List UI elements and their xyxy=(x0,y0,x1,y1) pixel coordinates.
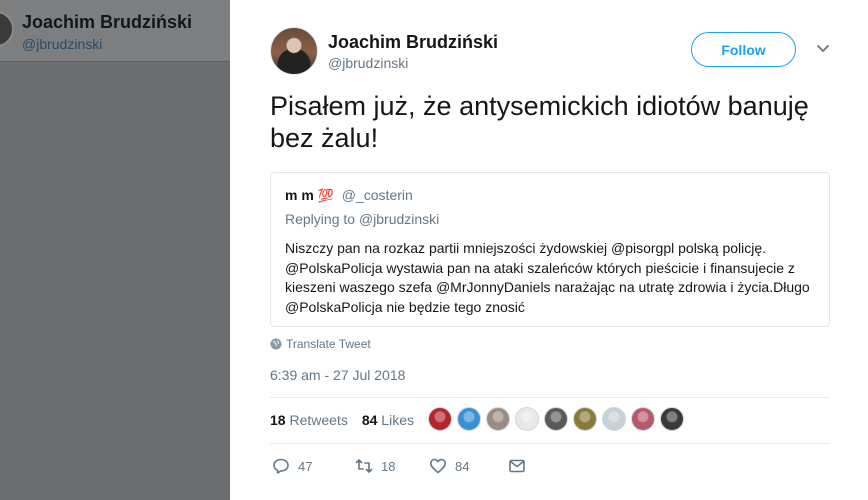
liker-avatar[interactable] xyxy=(660,407,684,431)
avatar[interactable] xyxy=(270,27,318,75)
background-profile-header: Joachim Brudziński @jbrudzinski xyxy=(0,0,230,62)
replying-prefix: Replying to xyxy=(285,211,356,227)
retweets-count: 18 xyxy=(270,412,286,428)
quoted-tweet[interactable]: m m 💯 @_costerin Replying to @jbrudzinsk… xyxy=(270,172,830,327)
quoted-author: m m 💯 @_costerin xyxy=(285,187,413,204)
retweet-count: 18 xyxy=(381,458,396,474)
likes-label: Likes xyxy=(381,412,414,428)
liker-avatar[interactable] xyxy=(602,407,626,431)
divider xyxy=(270,443,830,444)
translate-label[interactable]: Translate Tweet xyxy=(286,337,371,351)
liker-avatar[interactable] xyxy=(631,407,655,431)
liker-avatar[interactable] xyxy=(486,407,510,431)
translate-tweet-link[interactable]: Translate Tweet xyxy=(270,337,371,351)
background-avatar xyxy=(0,11,14,47)
tweet-text: Pisałem już, że antysemickich idiotów ba… xyxy=(270,91,809,153)
direct-message-button[interactable] xyxy=(508,457,526,475)
reply-button[interactable]: 47 xyxy=(272,457,355,475)
liker-avatar[interactable] xyxy=(428,407,452,431)
envelope-icon xyxy=(509,459,525,473)
liker-avatar[interactable] xyxy=(573,407,597,431)
replying-handle-link[interactable]: @jbrudzinski xyxy=(359,211,439,227)
liker-avatar[interactable] xyxy=(457,407,481,431)
retweets-stat[interactable]: 18 Retweets xyxy=(270,412,348,428)
tweet-actions: 47 18 84 xyxy=(272,457,526,475)
liker-avatar[interactable] xyxy=(515,407,539,431)
background-overlay[interactable]: Joachim Brudziński @jbrudzinski xyxy=(0,0,230,500)
follow-button[interactable]: Follow xyxy=(691,32,796,67)
background-profile-name: Joachim Brudziński xyxy=(22,12,193,32)
likes-stat[interactable]: 84 Likes xyxy=(362,412,414,428)
retweets-label: Retweets xyxy=(289,412,348,428)
quoted-author-handle: @_costerin xyxy=(341,187,413,203)
quoted-author-name: m m xyxy=(285,187,314,203)
chevron-down-icon[interactable] xyxy=(815,40,831,56)
quoted-tweet-text: Niszczy pan na rozkaz partii mniejszości… xyxy=(285,240,810,315)
divider xyxy=(270,397,830,398)
tweet-timestamp[interactable]: 6:39 am - 27 Jul 2018 xyxy=(270,367,405,383)
replying-to: Replying to @jbrudzinski xyxy=(285,211,439,227)
retweet-button[interactable]: 18 xyxy=(355,457,429,475)
globe-icon xyxy=(270,338,282,350)
liker-avatars xyxy=(428,407,684,431)
retweet-icon xyxy=(355,459,373,473)
background-profile-handle: @jbrudzinski xyxy=(22,36,103,52)
like-count: 84 xyxy=(455,458,470,474)
tweet-modal: Joachim Brudziński @jbrudzinski Follow P… xyxy=(230,0,868,500)
heart-icon xyxy=(430,458,446,474)
like-button[interactable]: 84 xyxy=(429,457,508,475)
hundred-points-icon: 💯 xyxy=(317,188,334,203)
reply-count: 47 xyxy=(298,458,313,474)
liker-avatar[interactable] xyxy=(544,407,568,431)
author-handle[interactable]: @jbrudzinski xyxy=(328,55,408,71)
reply-icon xyxy=(273,458,289,474)
likes-count: 84 xyxy=(361,412,378,428)
author-name[interactable]: Joachim Brudziński xyxy=(328,32,498,53)
tweet-stats: 18 Retweets 84 Likes xyxy=(270,412,414,428)
